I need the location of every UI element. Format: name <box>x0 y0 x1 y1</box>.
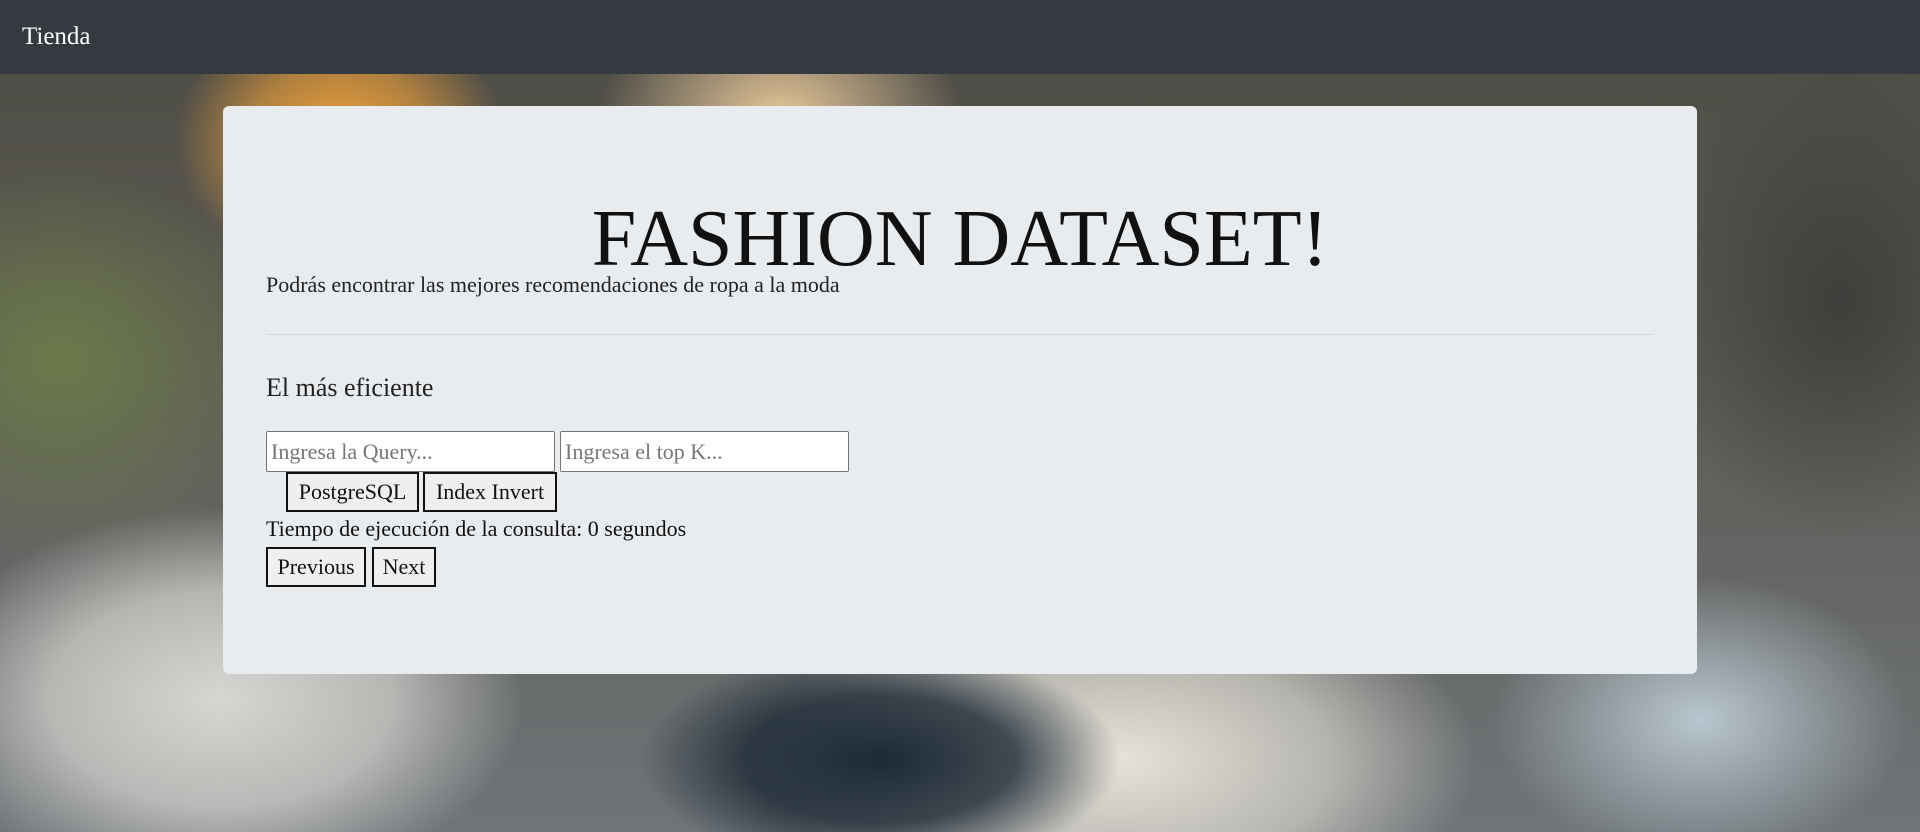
page-title: FASHION DATASET! <box>591 195 1329 283</box>
top-k-input[interactable] <box>560 431 849 472</box>
query-input[interactable] <box>266 431 555 472</box>
postgresql-button[interactable]: PostgreSQL <box>286 472 419 512</box>
navbar: Tienda <box>0 0 1920 74</box>
lead-text: Podrás encontrar las mejores recomendaci… <box>266 272 840 297</box>
hero-panel: FASHION DATASET! Podrás encontrar las me… <box>223 106 1697 674</box>
next-button[interactable]: Next <box>372 547 436 587</box>
section-subtitle: El más eficiente <box>266 373 434 402</box>
previous-button[interactable]: Previous <box>266 547 366 587</box>
execution-time-text: Tiempo de ejecución de la consulta: 0 se… <box>266 516 687 541</box>
index-invert-button[interactable]: Index Invert <box>423 472 557 512</box>
divider <box>266 334 1654 335</box>
navbar-brand-link[interactable]: Tienda <box>22 23 91 51</box>
